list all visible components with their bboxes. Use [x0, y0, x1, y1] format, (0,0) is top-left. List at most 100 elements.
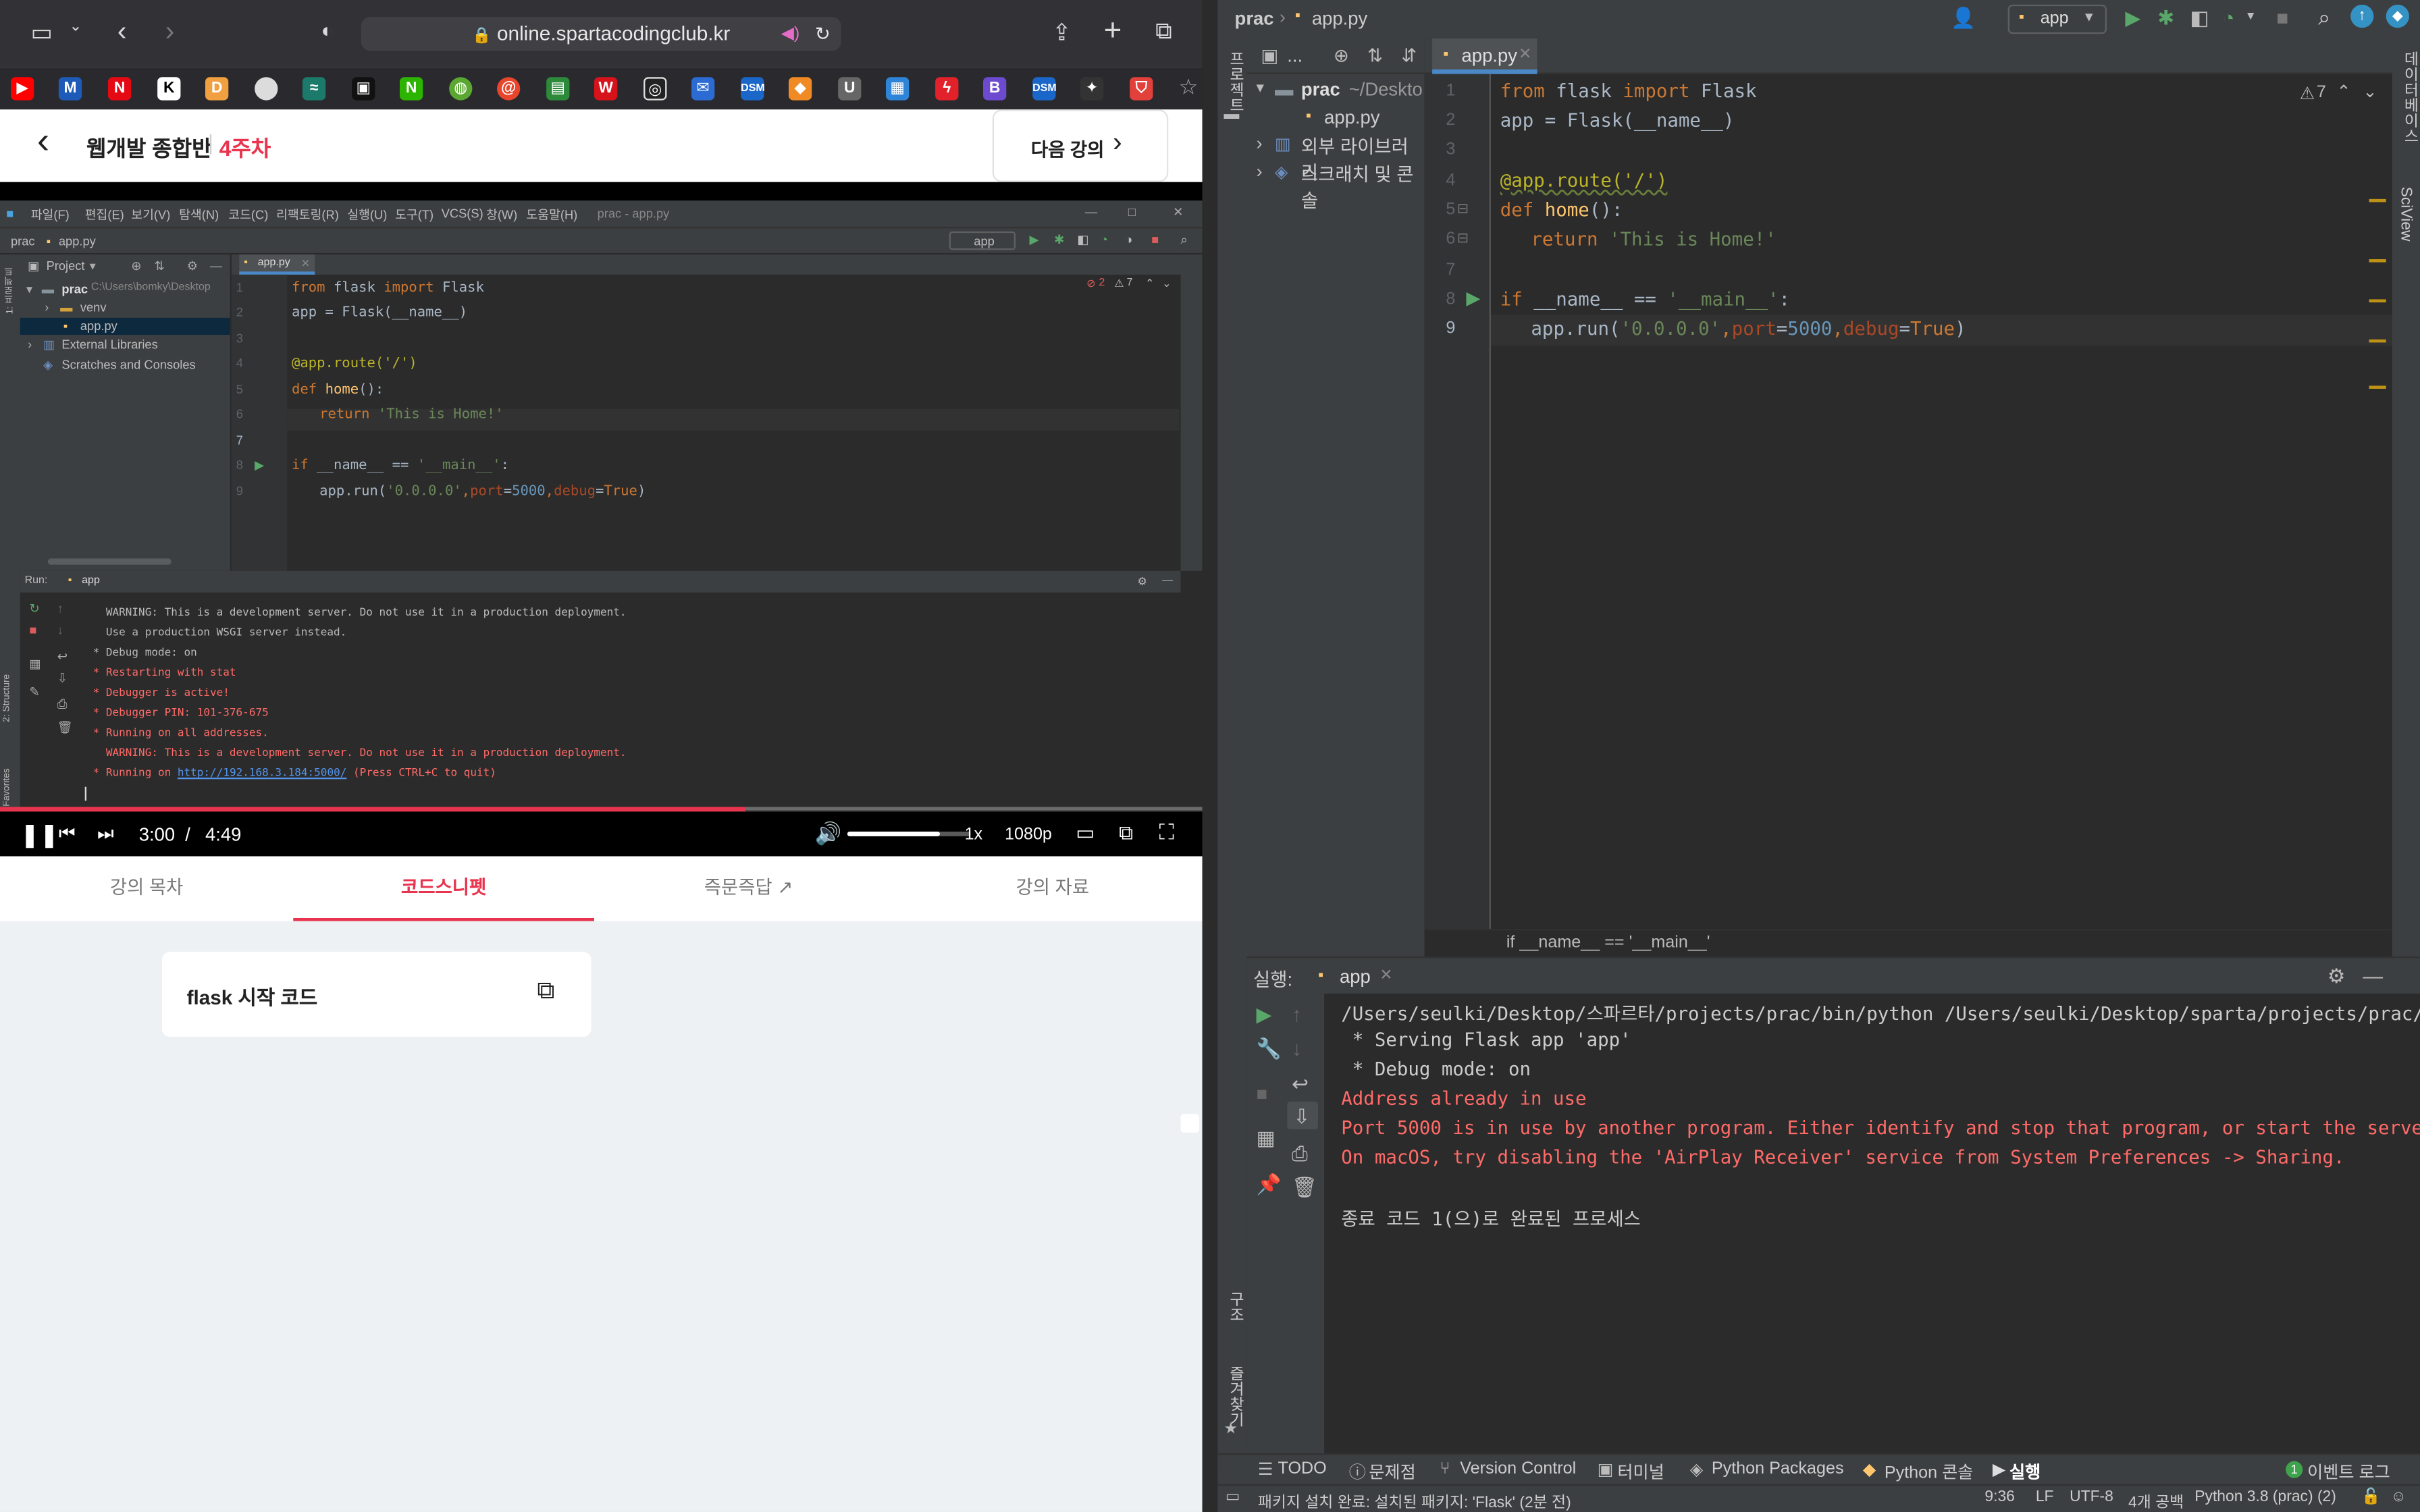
skip-forward-icon[interactable]: ⏭ [97, 822, 114, 845]
bookmark-circle-icon[interactable] [255, 77, 278, 101]
indent-setting[interactable]: 4개 공백 [2128, 1489, 2184, 1512]
snippet-card[interactable]: flask 시작 코드 ⧉ [161, 952, 591, 1037]
console-output[interactable]: /Users/seulki/Desktop/스파르타/projects/prac… [1324, 994, 2420, 1453]
bookmark-swirl-icon[interactable]: @ [496, 77, 521, 101]
share-icon[interactable]: ⇪ [1048, 18, 1076, 47]
file-encoding[interactable]: UTF-8 [2070, 1489, 2113, 1506]
database-tool-button[interactable]: 데이터베이스 [2397, 51, 2420, 143]
status-message[interactable]: 패키지 설치 완료: 설치된 패키지: 'Flask' (2분 전) [1258, 1489, 1571, 1512]
chevron-down-icon[interactable]: ▾ [2247, 7, 2254, 24]
wrap-icon[interactable]: ↩ [1292, 1073, 1309, 1098]
copy-icon[interactable]: ⧉ [537, 978, 554, 1006]
fullscreen-icon[interactable]: ⛶ [1159, 819, 1174, 846]
arrow-down-icon[interactable]: ↓ [1292, 1037, 1302, 1060]
breadcrumb-project[interactable]: prac [1235, 7, 1274, 29]
bookmark-box-icon[interactable]: ◆ [788, 77, 812, 101]
stop-icon[interactable]: ■ [2276, 6, 2288, 29]
python-interpreter[interactable]: Python 3.8 (prac) (2) [2194, 1489, 2336, 1506]
warning-stripe[interactable] [2369, 259, 2386, 263]
pin-icon[interactable]: 📌 [1257, 1172, 1282, 1197]
speaker-icon[interactable]: ◀) [781, 17, 800, 51]
netflix-icon[interactable]: N [107, 77, 132, 101]
warning-stripe[interactable] [2369, 339, 2386, 343]
notification-icon[interactable]: ☺ [2391, 1489, 2406, 1506]
hide-icon[interactable]: — [2363, 965, 2383, 988]
tool-tab-terminal[interactable]: 터미널 [1617, 1459, 1664, 1484]
tree-scratches[interactable]: 스크래치 및 콘솔 [1301, 161, 1425, 213]
tab-overview-icon[interactable]: ⧉ [1150, 18, 1178, 45]
print-icon[interactable]: ⎙ [1292, 1141, 1308, 1166]
tab-qna[interactable]: 즉문즉답 ↗ [594, 857, 903, 921]
line-separator[interactable]: LF [2036, 1489, 2054, 1506]
tree-app[interactable]: app.py [1324, 107, 1379, 128]
editor-tab-app[interactable]: ▪ app.py ✕ [1432, 38, 1537, 74]
bookmark-dark-icon[interactable]: ✦ [1080, 77, 1104, 101]
settings-logo-icon[interactable]: ◆ [2386, 4, 2409, 28]
bookmark-bolt-icon[interactable]: ϟ [935, 77, 959, 101]
tool-tab-problems[interactable]: 문제점 [1369, 1459, 1415, 1484]
bookmark-card-icon[interactable]: ▤ [546, 77, 570, 101]
instagram-icon[interactable]: ◎ [643, 77, 667, 101]
naver-icon[interactable]: N [399, 77, 423, 101]
bookmark-u-icon[interactable]: U [838, 77, 862, 101]
arrow-up-icon[interactable]: ↑ [1292, 1003, 1302, 1026]
wrench-icon[interactable]: 🔧 [1257, 1037, 1282, 1062]
project-tool-button[interactable]: 프로젝트 [1222, 51, 1245, 112]
pip-icon[interactable]: ⧉ [1119, 821, 1133, 846]
tool-tab-event-log[interactable]: 이벤트 로그 [2307, 1459, 2390, 1484]
run-tab[interactable]: app [1340, 966, 1371, 988]
run-gutter-icon[interactable]: ▶ [1466, 287, 1480, 308]
profile-icon[interactable]: ◔ [2222, 6, 2234, 29]
bookmark-shield-icon[interactable]: ⛉ [1130, 77, 1153, 101]
rerun-icon[interactable]: ▶ [1257, 1003, 1272, 1028]
chevron-right-icon[interactable]: › [1257, 161, 1263, 182]
back-icon[interactable]: ‹ [108, 16, 136, 48]
bookmark-dsm-icon[interactable]: DSM [741, 77, 765, 101]
user-icon[interactable]: 👤 [1951, 6, 1976, 31]
layout-icon[interactable]: ▦ [1257, 1127, 1275, 1152]
tab-materials[interactable]: 강의 자료 [903, 857, 1202, 921]
sciview-tool-button[interactable]: SciView [2397, 187, 2414, 242]
chevron-up-icon[interactable]: ⌃ [2337, 82, 2351, 101]
pause-icon[interactable]: ❚❚ [20, 821, 59, 848]
bookmark-dsm2-icon[interactable]: DSM [1032, 77, 1057, 101]
new-tab-icon[interactable]: + [1099, 14, 1126, 50]
run-config-select[interactable]: ▪ app ▾ [2007, 4, 2107, 34]
project-dropdown[interactable]: ... [1287, 45, 1303, 66]
bookmark-m-icon[interactable]: M [58, 77, 82, 101]
tool-tab-run[interactable]: 실행 [2009, 1459, 2041, 1484]
warning-stripe[interactable] [2369, 198, 2386, 202]
tool-tab-todo[interactable]: TODO [1278, 1459, 1327, 1478]
tool-tab-python-console[interactable]: Python 콘솔 [1885, 1459, 1974, 1484]
reload-icon[interactable]: ↻ [815, 17, 831, 51]
star-icon[interactable]: ☆ [1178, 74, 1199, 101]
layout-toggle-icon[interactable]: ▭ [1226, 1489, 1240, 1506]
back-arrow-icon[interactable]: ‹ [37, 123, 49, 161]
chevron-down-icon[interactable]: ⌄ [2363, 82, 2377, 101]
video-progress-track[interactable] [0, 807, 1203, 812]
bookmark-k-icon[interactable]: K [157, 77, 181, 101]
shield-icon[interactable]: ◐ [313, 18, 341, 41]
youtube-icon[interactable]: ▶ [10, 77, 34, 101]
bookmark-b-icon[interactable]: B [982, 77, 1007, 101]
chevron-right-icon[interactable]: › [1257, 133, 1263, 155]
subtitles-icon[interactable]: ▭ [1076, 821, 1095, 846]
tool-tab-packages[interactable]: Python Packages [1712, 1459, 1844, 1478]
fold-icon[interactable]: ⊟ [1457, 200, 1469, 217]
favorites-tool-button[interactable]: 즐겨찾기 [1222, 1366, 1245, 1427]
run-icon[interactable]: ▶ [2125, 6, 2140, 31]
floating-widget[interactable] [1180, 1114, 1199, 1133]
playback-speed[interactable]: 1x [965, 826, 983, 844]
gear-icon[interactable]: ⚙ [2327, 965, 2346, 990]
update-icon[interactable]: ↑ [2350, 4, 2374, 28]
breadcrumb-file[interactable]: app.py [1312, 7, 1367, 29]
lock-icon[interactable]: 🔓 [2361, 1489, 2380, 1506]
bookmark-w-icon[interactable]: W [594, 77, 618, 101]
address-bar[interactable]: 🔒 online.spartacodingclub.kr ◀) ↻ [361, 17, 841, 51]
volume-slider[interactable] [847, 831, 971, 836]
warning-stripe[interactable] [2369, 299, 2386, 302]
close-icon[interactable]: ✕ [1519, 47, 1531, 63]
bookmark-d-icon[interactable]: D [205, 77, 229, 101]
bookmark-map-icon[interactable]: ▦ [885, 77, 910, 101]
skip-back-icon[interactable]: ⏮ [59, 822, 76, 845]
